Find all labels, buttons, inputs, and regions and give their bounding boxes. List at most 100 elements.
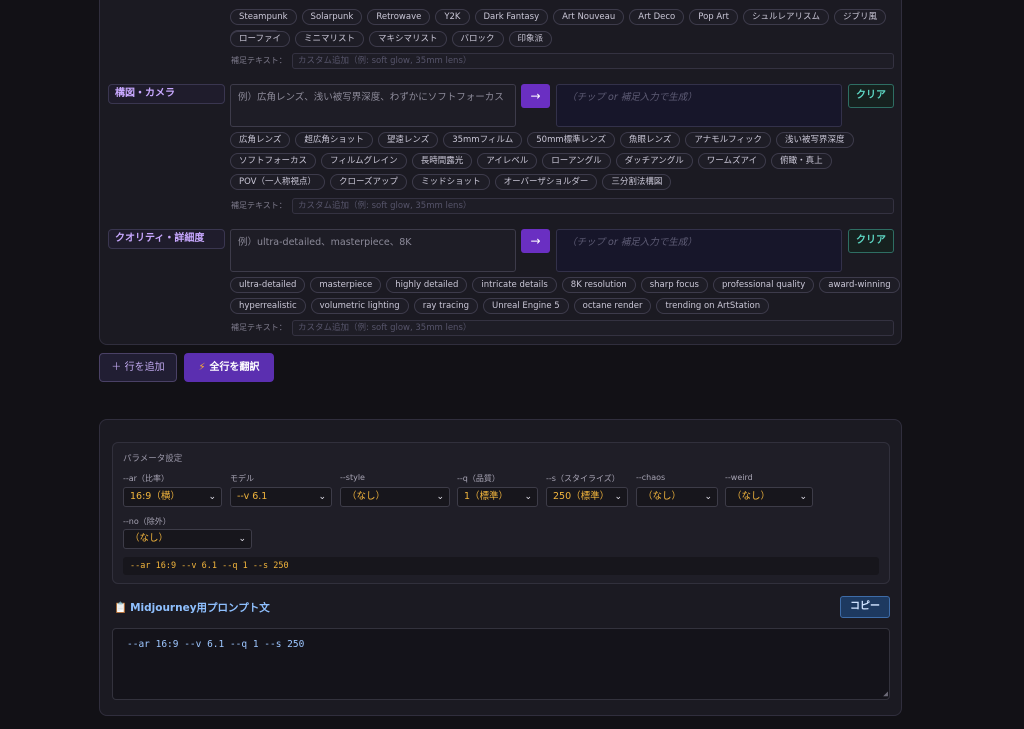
prompt-output[interactable]: --ar 16:9 --v 6.1 --q 1 --s 250 ◢ [112, 628, 890, 700]
chip[interactable]: 50mm標準レンズ [527, 132, 615, 148]
chip[interactable]: highly detailed [386, 277, 468, 293]
chip[interactable]: Y2K [435, 9, 470, 25]
chip[interactable]: ultra-detailed [230, 277, 306, 293]
clipboard-icon: 📋 [114, 602, 128, 614]
chip[interactable]: Dark Fantasy [474, 9, 549, 25]
chip[interactable]: 印象派 [508, 31, 553, 47]
copy-button[interactable]: コピー [840, 596, 890, 618]
model-select[interactable]: --v 6.1 ⌄ [230, 487, 332, 507]
quality-supplement-input[interactable]: カスタム追加（例: soft glow, 35mm lens） [292, 320, 894, 336]
row-label-quality: クオリティ・詳細度 [108, 229, 225, 249]
stylize-select[interactable]: 250（標準） ⌄ [546, 487, 628, 507]
supplement-label: 補足テキスト： [231, 201, 287, 210]
chip[interactable]: ミニマリスト [295, 31, 365, 47]
model-select-value: --v 6.1 [237, 491, 268, 502]
chip[interactable]: professional quality [713, 277, 815, 293]
chip[interactable]: ローファイ [230, 31, 290, 47]
chip[interactable]: 広角レンズ [230, 132, 291, 148]
chip[interactable]: Unreal Engine 5 [483, 298, 569, 314]
chip[interactable]: Solarpunk [301, 9, 363, 25]
chip[interactable]: 俯瞰・真上 [771, 153, 832, 169]
quality-clear-button[interactable]: クリア [848, 229, 894, 253]
chip[interactable]: オーバーザショルダー [494, 174, 598, 190]
quality-select-value: 1（標準） [464, 491, 509, 502]
prompt-title: 📋 Midjourney用プロンプト文 [114, 600, 270, 615]
resize-grip-icon[interactable]: ◢ [883, 690, 888, 698]
chip[interactable]: ray tracing [413, 298, 478, 314]
chip[interactable]: Steampunk [230, 9, 297, 25]
chip[interactable]: ワームズアイ [697, 153, 767, 169]
chip[interactable]: アイレベル [477, 153, 538, 169]
quality-translate-button[interactable]: → [521, 229, 550, 253]
chevron-down-icon: ⌄ [238, 534, 246, 544]
chip[interactable]: ミッドショット [412, 174, 490, 190]
chip[interactable]: sharp focus [640, 277, 708, 293]
quality-chip-list: ultra-detailed masterpiece highly detailed… [230, 277, 900, 314]
weird-select-value: （なし） [732, 491, 771, 502]
chip[interactable]: octane render [573, 298, 652, 314]
chip[interactable]: volumetric lighting [310, 298, 409, 314]
ar-label: --ar（比率） [123, 474, 169, 483]
chip[interactable]: Art Deco [629, 9, 685, 25]
add-row-button[interactable]: ＋ 行を追加 [99, 353, 177, 382]
style-select[interactable]: （なし） ⌄ [340, 487, 450, 507]
chip[interactable]: intricate details [472, 277, 557, 293]
composition-supplement-input[interactable]: カスタム追加（例: soft glow, 35mm lens） [292, 198, 894, 214]
chip[interactable]: アナモルフィック [685, 132, 771, 148]
chevron-down-icon: ⌄ [614, 492, 622, 502]
chip[interactable]: 三分割法構図 [602, 174, 672, 190]
chaos-select[interactable]: （なし） ⌄ [636, 487, 718, 507]
chip[interactable]: hyperrealistic [230, 298, 306, 314]
chip[interactable]: Pop Art [689, 9, 739, 25]
supplement-label: 補足テキスト： [231, 323, 287, 332]
chip[interactable]: シュルレアリスム [743, 9, 830, 25]
model-label: モデル [230, 474, 254, 483]
chip[interactable]: 長時間露光 [411, 153, 473, 169]
composition-chip-list: 広角レンズ 超広角ショット 望遠レンズ 35mmフィルム 50mm標準レンズ 魚眼レンズア… [230, 132, 900, 190]
chip[interactable]: クローズアップ [329, 174, 408, 190]
row-label-composition: 構図・カメラ [108, 84, 225, 104]
supplement-label: 補足テキスト： [231, 56, 287, 65]
quality-input[interactable]: 例）ultra-detailed、masterpiece、8K [230, 229, 516, 272]
chip[interactable]: 8K resolution [561, 277, 636, 293]
no-select[interactable]: （なし） ⌄ [123, 529, 252, 549]
chip[interactable]: バロック [451, 31, 504, 47]
chip[interactable]: フィルムグレイン [321, 153, 407, 169]
chip[interactable]: マキシマリスト [369, 31, 447, 47]
chip[interactable]: award-winning [819, 277, 900, 293]
weird-label: --weird [725, 473, 753, 482]
stylize-select-value: 250（標準） [553, 491, 610, 502]
style-chip-list-2: ローファイ ミニマリスト マキシマリスト バロック 印象派 [230, 31, 900, 47]
chaos-select-value: （なし） [643, 491, 682, 502]
chip[interactable]: POV（一人称視点） [230, 174, 325, 190]
chip[interactable]: masterpiece [310, 277, 382, 293]
chip[interactable]: ジブリ風 [834, 9, 887, 25]
chip[interactable]: 浅い被写界深度 [775, 132, 854, 148]
chip[interactable]: Retrowave [367, 9, 431, 25]
quality-param-label: --q（品質） [457, 474, 500, 483]
prompt-text: --ar 16:9 --v 6.1 --q 1 --s 250 [127, 639, 305, 650]
chip[interactable]: 超広角ショット [295, 132, 373, 148]
chip[interactable]: Art Nouveau [553, 9, 625, 25]
chip[interactable]: 魚眼レンズ [619, 132, 681, 148]
style-supplement-input[interactable]: カスタム追加（例: soft glow, 35mm lens） [292, 53, 894, 69]
chip[interactable]: ソフトフォーカス [230, 153, 317, 169]
composition-clear-button[interactable]: クリア [848, 84, 894, 108]
composition-output[interactable]: （チップ or 補足入力で生成） [556, 84, 842, 127]
chip[interactable]: 望遠レンズ [377, 132, 439, 148]
chip[interactable]: trending on ArtStation [656, 298, 770, 314]
translate-all-button[interactable]: ⚡ 全行を翻訳 [184, 353, 274, 382]
weird-select[interactable]: （なし） ⌄ [725, 487, 813, 507]
composition-input[interactable]: 例）広角レンズ、浅い被写界深度、わずかにソフトフォーカス [230, 84, 516, 127]
quality-output[interactable]: （チップ or 補足入力で生成） [556, 229, 842, 272]
ar-select-value: 16:9（横） [130, 491, 180, 502]
chip[interactable]: 35mmフィルム [443, 132, 523, 148]
chip[interactable]: ダッチアングル [615, 153, 693, 169]
parameter-preview: --ar 16:9 --v 6.1 --q 1 --s 250 [123, 557, 879, 575]
parameter-settings-title: パラメータ設定 [123, 454, 183, 464]
quality-select[interactable]: 1（標準） ⌄ [457, 487, 538, 507]
chevron-down-icon: ⌄ [436, 492, 444, 502]
ar-select[interactable]: 16:9（横） ⌄ [123, 487, 222, 507]
chip[interactable]: ローアングル [542, 153, 611, 169]
composition-translate-button[interactable]: → [521, 84, 550, 108]
